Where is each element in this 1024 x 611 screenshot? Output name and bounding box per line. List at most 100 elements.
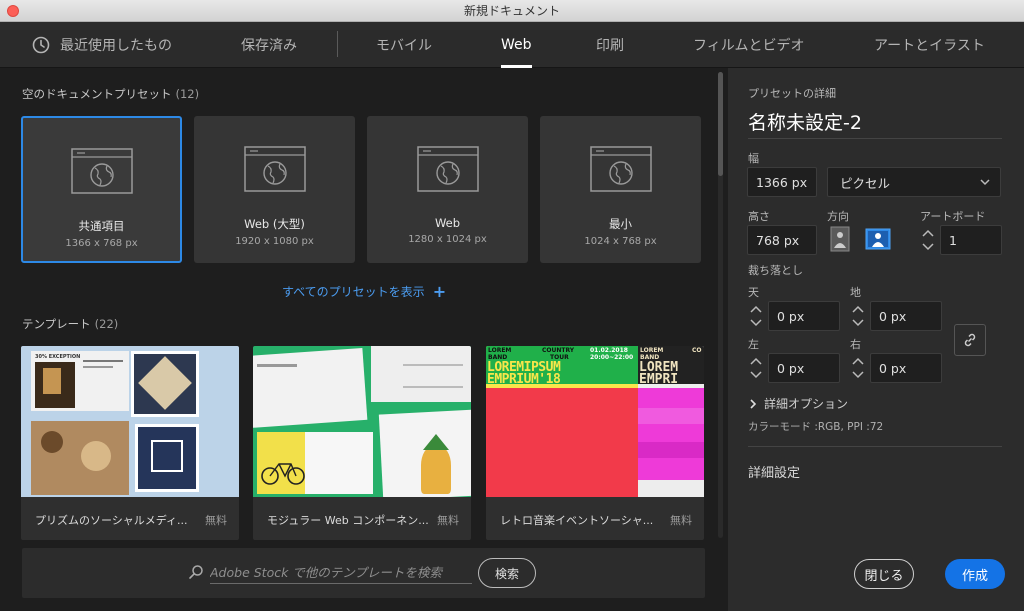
preset-card-web[interactable]: Web 1280 x 1024 px <box>367 116 528 263</box>
preset-name: 共通項目 <box>78 219 125 233</box>
category-tabs: 最近使用したもの 保存済み モバイル Web 印刷 フィルムとビデオ アートとイ… <box>0 22 1024 68</box>
height-label: 高さ <box>748 210 770 223</box>
tab-print[interactable]: 印刷 <box>596 22 624 68</box>
preset-card-common[interactable]: 共通項目 1366 x 768 px <box>21 116 182 263</box>
bleed-bottom-value: 0 px <box>879 308 907 324</box>
tab-mobile-label: モバイル <box>376 38 432 54</box>
web-document-icon <box>416 146 479 192</box>
thumb-text: LOREM <box>640 347 664 354</box>
search-icon <box>189 565 203 579</box>
orientation-label: 方向 <box>827 210 849 223</box>
tab-saved-label: 保存済み <box>241 38 297 54</box>
unit-select[interactable]: ピクセル <box>827 167 1001 197</box>
divider <box>748 138 1002 139</box>
bleed-left-input[interactable]: 0 px <box>768 353 840 383</box>
templates-heading: テンプレート (22) <box>22 316 118 332</box>
stock-search-bar: 検索 <box>22 548 705 598</box>
thumb-text: EMPRI <box>639 372 679 387</box>
thumb-text: COUNTRY <box>542 347 575 354</box>
thumb-text: 01.02.2018 <box>590 347 628 354</box>
close-window-button[interactable] <box>7 5 19 17</box>
template-thumbnail: LOREM BAND COUNTRY TOUR 01.02.2018 20:00… <box>486 346 638 497</box>
preset-details-heading: プリセットの詳細 <box>748 87 836 100</box>
thumb-tag-text: 30% EXCEPTION <box>35 354 81 360</box>
left-scrollbar[interactable] <box>718 72 723 538</box>
tab-mobile[interactable]: モバイル <box>376 22 432 68</box>
template-card-retro-music[interactable]: LOREM BAND COUNTRY TOUR 01.02.2018 20:00… <box>486 346 704 540</box>
bleed-right-stepper[interactable] <box>850 353 866 383</box>
artboard-value: 1 <box>949 232 957 248</box>
height-input[interactable]: 768 px <box>747 225 817 255</box>
link-icon <box>964 333 976 347</box>
width-value: 1366 px <box>756 174 808 190</box>
bleed-label: 裁ち落とし <box>748 264 803 277</box>
thumb-text: CO <box>692 347 702 354</box>
portrait-orientation-icon[interactable] <box>827 226 853 252</box>
unit-value: ピクセル <box>840 175 891 191</box>
create-button[interactable]: 作成 <box>945 559 1005 589</box>
preset-details-panel: プリセットの詳細 名称未設定-2 幅 1366 px ピクセル 高さ 方向 アー… <box>728 68 1024 611</box>
advanced-options-label: 詳細オプション <box>764 397 849 411</box>
preset-size: 1366 x 768 px <box>65 238 138 249</box>
link-bleed-button[interactable] <box>954 324 986 356</box>
landscape-orientation-icon[interactable] <box>865 226 891 252</box>
clock-icon <box>32 36 50 54</box>
template-name: モジュラー Web コンポーネン... <box>267 514 429 527</box>
bleed-top-input[interactable]: 0 px <box>768 301 840 331</box>
artboard-input[interactable]: 1 <box>940 225 1002 255</box>
template-card-prism-social[interactable]: 30% EXCEPTION プリズムのソーシャルメディ... 無料 <box>21 346 239 540</box>
advanced-options-toggle[interactable]: 詳細オプション <box>748 395 848 412</box>
preset-card-web-large[interactable]: Web (大型) 1920 x 1080 px <box>194 116 355 263</box>
close-button[interactable]: 閉じる <box>854 559 914 589</box>
templates-title: テンプレート <box>22 317 91 331</box>
template-card-modular-web[interactable]: モジュラー Web コンポーネン... 無料 <box>253 346 471 540</box>
bleed-left-stepper[interactable] <box>748 353 764 383</box>
preset-card-minimum[interactable]: 最小 1024 x 768 px <box>540 116 701 263</box>
width-input[interactable]: 1366 px <box>747 167 817 197</box>
preset-size: 1280 x 1024 px <box>408 234 487 245</box>
bleed-bottom-label: 地 <box>850 286 861 299</box>
tab-art-illustration-label: アートとイラスト <box>874 38 985 54</box>
template-thumbnail: 30% EXCEPTION <box>21 346 239 497</box>
scrollbar-thumb[interactable] <box>718 72 723 176</box>
thumb-text: LOREM <box>488 347 512 354</box>
plus-icon: + <box>432 282 447 301</box>
web-document-icon <box>70 148 133 194</box>
bicycle-icon <box>261 463 305 485</box>
bleed-top-label: 天 <box>748 286 759 299</box>
bleed-right-label: 右 <box>850 338 861 351</box>
show-all-label: すべてのプリセットを表示 <box>282 285 425 299</box>
template-price: 無料 <box>670 514 692 527</box>
bleed-bottom-stepper[interactable] <box>850 301 866 331</box>
template-name: レトロ音楽イベントソーシャ... <box>500 514 654 527</box>
bleed-right-input[interactable]: 0 px <box>870 353 942 383</box>
window-titlebar: 新規ドキュメント <box>0 0 1024 22</box>
tab-art-illustration[interactable]: アートとイラスト <box>874 22 985 68</box>
bleed-bottom-input[interactable]: 0 px <box>870 301 942 331</box>
divider <box>748 446 1002 447</box>
stock-search-input[interactable] <box>210 562 472 584</box>
tab-recent[interactable]: 最近使用したもの <box>32 22 172 68</box>
bleed-top-stepper[interactable] <box>748 301 764 331</box>
template-thumbnail-secondary: LOREM BAND CO LOREM EMPRI <box>638 346 704 497</box>
preset-size: 1024 x 768 px <box>584 236 657 247</box>
document-name[interactable]: 名称未設定-2 <box>748 108 862 135</box>
preset-size: 1920 x 1080 px <box>235 236 314 247</box>
bleed-left-value: 0 px <box>777 360 805 376</box>
color-mode-info: カラーモード :RGB, PPI :72 <box>748 421 884 433</box>
preset-name: Web (大型) <box>244 217 305 231</box>
preset-name: Web <box>434 216 461 230</box>
tab-saved[interactable]: 保存済み <box>241 22 297 68</box>
advanced-settings-button[interactable]: 詳細設定 <box>748 462 800 481</box>
bleed-right-value: 0 px <box>879 360 907 376</box>
template-thumbnail <box>253 346 471 497</box>
tab-web[interactable]: Web <box>501 22 532 68</box>
height-value: 768 px <box>756 232 800 248</box>
show-all-presets-link[interactable]: すべてのプリセットを表示 + <box>282 282 446 301</box>
search-button[interactable]: 検索 <box>478 558 536 588</box>
artboard-stepper[interactable] <box>920 225 936 255</box>
width-label: 幅 <box>748 152 759 165</box>
tab-film-video[interactable]: フィルムとビデオ <box>693 22 804 68</box>
blank-presets-heading: 空のドキュメントプリセット (12) <box>22 86 199 102</box>
thumb-text: EMPRIUM'18 <box>487 372 561 387</box>
